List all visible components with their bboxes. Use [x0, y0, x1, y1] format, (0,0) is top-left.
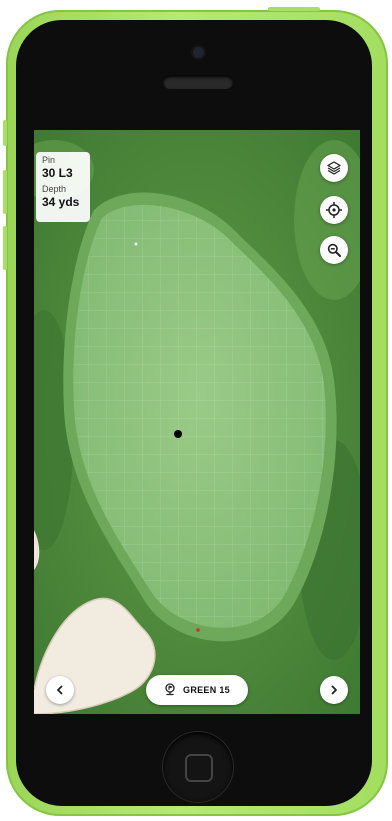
next-green-button[interactable]	[320, 676, 348, 704]
home-button-square	[185, 754, 213, 782]
volume-down-button	[3, 226, 7, 270]
pin-value: 30 L3	[42, 166, 73, 180]
depth-label: Depth	[42, 184, 67, 194]
edge-marker	[134, 242, 138, 246]
zoom-out-icon	[327, 243, 341, 257]
player-marker	[196, 628, 200, 632]
pin-marker	[174, 430, 182, 438]
chevron-right-icon	[331, 685, 337, 695]
green-selector-button[interactable]: GREEN 15	[146, 675, 248, 705]
front-camera	[193, 47, 204, 58]
chevron-left-icon	[57, 685, 63, 695]
green-selector-label: GREEN 15	[183, 685, 230, 695]
zoom-button[interactable]	[320, 236, 348, 264]
previous-green-button[interactable]	[46, 676, 74, 704]
home-button[interactable]	[163, 732, 233, 802]
earpiece-speaker	[163, 75, 233, 89]
pin-label: Pin	[42, 155, 56, 165]
pin-info-card: Pin 30 L3 Depth 34 yds	[36, 152, 90, 222]
crosshair-icon	[326, 202, 342, 218]
power-button	[268, 7, 320, 11]
layers-icon	[327, 161, 341, 175]
flag-pin-icon	[165, 683, 175, 696]
volume-up-button	[3, 170, 7, 214]
depth-value: 34 yds	[42, 195, 80, 209]
mute-switch	[3, 120, 7, 146]
locate-button[interactable]	[320, 196, 348, 224]
layers-button[interactable]	[320, 154, 348, 182]
app-screen: Pin 30 L3 Depth 34 yds GREEN 15	[34, 130, 360, 714]
